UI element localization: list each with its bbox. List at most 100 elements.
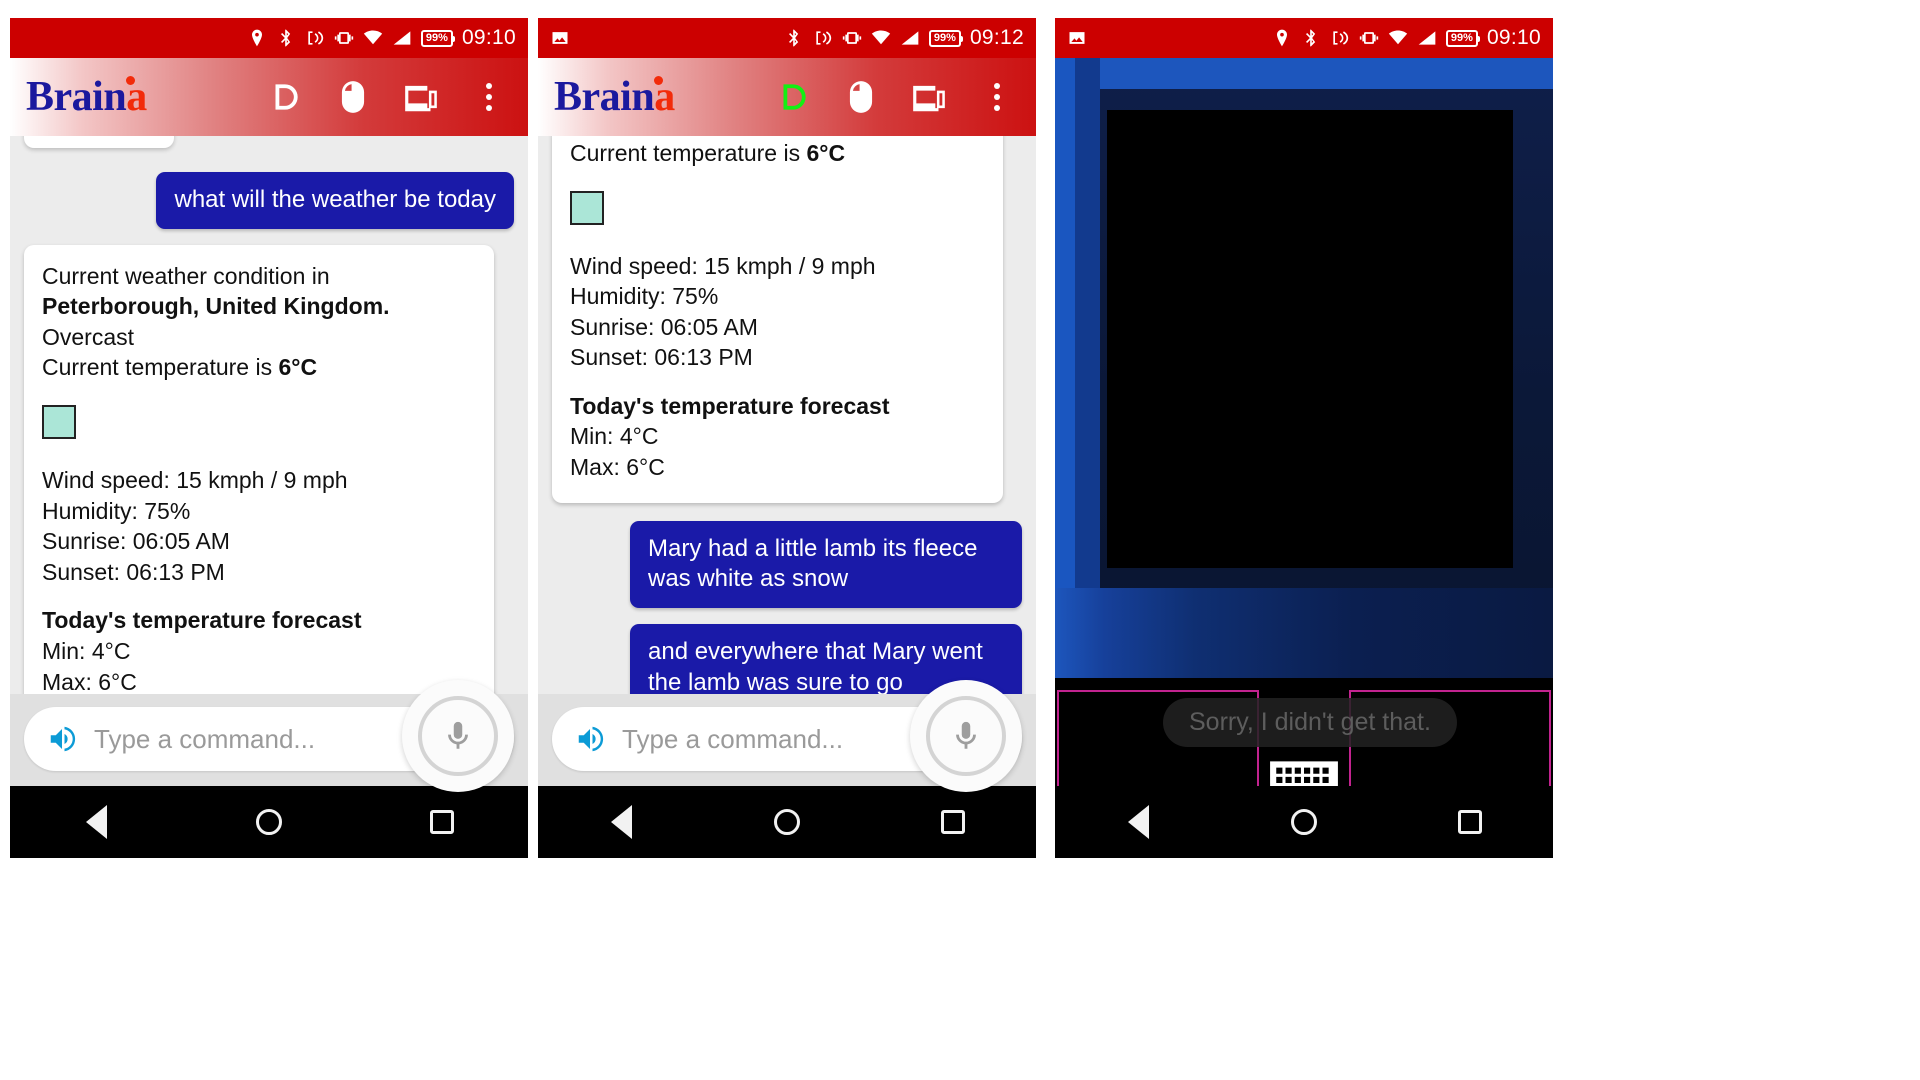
command-input-placeholder: Type a command... [94,723,316,754]
android-nav-bar [10,786,528,858]
logo-text-blue: Brain [26,74,127,120]
mirrored-blue-region [1055,58,1553,678]
image-icon [550,28,570,48]
battery-icon: 99% [928,29,963,47]
weather-sunrise: Sunrise: 06:05 AM [570,313,758,340]
signal-icon [392,28,412,48]
recents-button[interactable] [425,805,459,839]
mirrored-dark-inner [1107,110,1513,568]
dictation-icon[interactable] [266,78,304,116]
appbar-actions [774,78,1020,116]
weather-temp-value: 6°C [806,140,846,166]
status-time: 09:10 [461,26,516,49]
weather-temp-value: 6°C [278,354,318,381]
kebab-dots [993,83,1001,111]
speaker-icon[interactable] [44,724,80,754]
weather-current-temp: Current temperature is 6°C [42,352,476,383]
weather-sunrise: Sunrise: 06:05 AM [42,528,230,555]
android-nav-bar [538,786,1036,858]
chat-area[interactable]: what will the weather be today Current w… [10,136,528,694]
weather-location: Peterborough, United Kingdom. [42,293,390,320]
appbar-actions [266,78,512,116]
command-input-bar: Type a command... [538,680,1036,792]
weather-sunset: Sunset: 06:13 PM [42,558,225,585]
location-icon [1272,28,1292,48]
microphone-icon [956,721,976,749]
back-button[interactable] [604,805,638,839]
bluetooth-icon [784,28,804,48]
mirrored-lower-region: Sorry, I didn't get that. [1055,678,1553,786]
recents-button[interactable] [936,805,970,839]
signal-icon [1417,28,1437,48]
weather-forecast-max: Max: 6°C [570,454,665,481]
status-time: 09:12 [969,26,1024,49]
status-icons: 99% 09:12 [784,26,1024,50]
command-input-bar: Type a command... [10,680,528,792]
chat-area[interactable]: Current temperature is 6°C Wind speed: 1… [538,136,1036,694]
dictation-icon[interactable] [774,78,812,116]
back-button[interactable] [79,805,113,839]
bluetooth-icon [1301,28,1321,48]
app-logo: Braina [554,73,675,121]
home-button[interactable] [1287,805,1321,839]
vibrate-icon [334,28,354,48]
wifi-icon [871,28,891,48]
kebab-dots [485,83,493,111]
user-message-bubble: what will the weather be today [156,172,514,229]
app-bar: Braina [538,58,1036,136]
mirrored-bottom-band [1055,588,1553,678]
cast-icon[interactable] [910,78,948,116]
wifi-icon [363,28,383,48]
recents-button[interactable] [1453,805,1487,839]
nfc-icon [305,28,325,48]
logo-text-blue: Brain [554,74,655,120]
mouse-icon[interactable] [842,78,880,116]
overflow-menu-icon[interactable] [470,78,508,116]
assistant-toast: Sorry, I didn't get that. [1163,698,1457,747]
logo-dot [126,76,135,85]
overflow-menu-icon[interactable] [978,78,1016,116]
microphone-icon [448,721,468,749]
card-spacer [42,587,476,605]
weather-temp-label: Current temperature is [42,354,279,381]
android-nav-bar [1055,786,1553,858]
previous-card-peek [24,136,174,148]
weather-forecast-min: Min: 4°C [42,637,131,664]
weather-condition: Overcast [42,323,135,350]
weather-sunset: Sunset: 06:13 PM [570,344,753,371]
mic-button[interactable] [910,680,1022,792]
home-button[interactable] [252,805,286,839]
weather-wind: Wind speed: 15 kmph / 9 mph [42,467,348,494]
status-left-icons [550,28,570,48]
status-bar: 99% 09:12 [538,18,1036,58]
mirrored-screen-area[interactable]: Sorry, I didn't get that. [1055,58,1553,786]
mic-button[interactable] [402,680,514,792]
back-button[interactable] [1121,805,1155,839]
keyboard-icon[interactable] [1267,756,1341,786]
location-icon [247,28,267,48]
cast-icon[interactable] [402,78,440,116]
signal-icon [900,28,920,48]
weather-forecast-heading: Today's temperature forecast [570,392,890,419]
mouse-icon[interactable] [334,78,372,116]
phone-panel-weather: 99% 09:10 Braina what will the weather b… [10,18,528,858]
weather-response-card: Current weather condition in Peterboroug… [24,244,495,694]
weather-humidity: Humidity: 75% [42,497,191,524]
speaker-icon[interactable] [572,724,608,754]
image-icon [1067,28,1087,48]
vibrate-icon [1359,28,1379,48]
home-button[interactable] [770,805,804,839]
vibrate-icon [842,28,862,48]
user-message-bubble: Mary had a little lamb its fleece was wh… [630,520,1022,609]
status-time: 09:10 [1486,26,1541,49]
weather-wind: Wind speed: 15 kmph / 9 mph [570,252,876,279]
phone-panel-screen-mirror: 99% 09:10 Sorry, I didn't get that. [1055,18,1553,858]
nfc-icon [813,28,833,48]
weather-forecast-heading: Today's temperature forecast [42,607,362,634]
weather-response-card-partial: Current temperature is 6°C Wind speed: 1… [552,136,1004,503]
status-left-icons [1067,28,1087,48]
wifi-icon [1388,28,1408,48]
logo-dot [654,76,663,85]
mic-ring [418,696,498,776]
status-icons: 99% 09:10 [1272,26,1541,50]
